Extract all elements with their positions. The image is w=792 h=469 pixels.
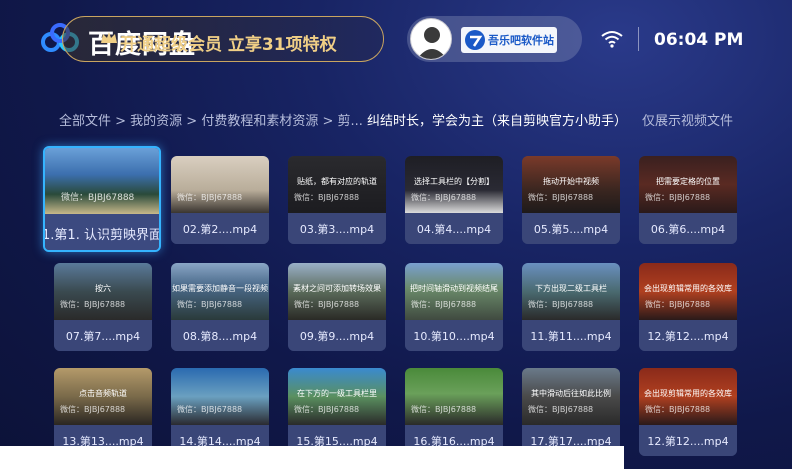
clock: 06:04 PM: [654, 30, 744, 50]
thumbnail-watermark: 微信：BJBJ67888: [528, 405, 594, 414]
thumbnail-subtitle: 把时间轴滑动到视频结尾: [410, 284, 498, 293]
file-name: 10.第10....mp4: [405, 320, 503, 351]
file-name: 12.第12....mp4: [639, 320, 737, 351]
thumbnail-watermark: 微信：BJBJ67888: [177, 193, 243, 202]
video-thumbnail: 微信：BJBJ67888: [171, 368, 269, 425]
thumbnail-watermark: 微信：BJBJ67888: [645, 405, 711, 414]
video-thumbnail: 把时间轴滑动到视频结尾 微信：BJBJ67888: [405, 263, 503, 320]
thumbnail-subtitle: 下方出现二级工具栏: [535, 284, 607, 293]
file-tile[interactable]: 微信：BJBJ67888 16.第16....mp4: [405, 368, 503, 456]
file-name: 06.第6....mp4: [639, 213, 737, 244]
video-thumbnail: 把需要定格的位置微信：BJBJ67888: [639, 156, 737, 213]
thumbnail-subtitle: 贴纸，都有对应的轨道: [297, 177, 377, 186]
file-name: 12.第12....mp4: [639, 425, 737, 456]
video-thumbnail: 会出现剪辑常用的各效库 微信：BJBJ67888: [639, 368, 737, 425]
thumbnail-watermark: 微信：BJBJ67888: [645, 193, 711, 202]
thumbnail-subtitle: 拖动开始中视频: [543, 177, 599, 186]
file-tile[interactable]: 微信：BJBJ67888 02.第2....mp4: [171, 156, 269, 244]
user-silhouette-icon: [417, 27, 447, 59]
user-badge: 吾乐吧软件站: [461, 27, 557, 53]
crown-icon: [101, 32, 117, 43]
file-name: 04.第4....mp4: [405, 213, 503, 244]
file-name: 11.第11....mp4: [522, 320, 620, 351]
file-tile[interactable]: 在下方的一级工具栏里 微信：BJBJ67888 15.第15....mp4: [288, 368, 386, 456]
video-thumbnail: 其中滑动后往如此比例 微信：BJBJ67888: [522, 368, 620, 425]
video-thumbnail: 微信：BJBJ67888: [171, 156, 269, 213]
video-thumbnail: 如果需要添加静音一段视频微信：BJBJ67888: [171, 263, 269, 320]
breadcrumb-current: 纠结时长，学会为主（来自剪映官方小助手）: [367, 114, 628, 129]
site-logo-icon: [465, 30, 485, 50]
file-name: 02.第2....mp4: [171, 213, 269, 244]
video-thumbnail: 在下方的一级工具栏里 微信：BJBJ67888: [288, 368, 386, 425]
thumbnail-watermark: 微信：BJBJ67888: [411, 405, 477, 414]
file-name: 08.第8....mp4: [171, 320, 269, 351]
file-tile[interactable]: 点击音频轨道 微信：BJBJ67888 13.第13....mp4: [54, 368, 152, 456]
vip-promo-text: 开通超级会员 立享31项特权: [120, 35, 337, 55]
thumbnail-subtitle: 如果需要添加静音一段视频: [172, 284, 268, 293]
video-thumbnail: 下方出现二级工具栏微信：BJBJ67888: [522, 263, 620, 320]
file-name: 05.第5....mp4: [522, 213, 620, 244]
file-tile[interactable]: 按六 微信：BJBJ67888 07.第7....mp4: [54, 263, 152, 351]
file-name: 1.第1. 认识剪映界面: [45, 214, 159, 250]
breadcrumb-path[interactable]: 全部文件 > 我的资源 > 付费教程和素材资源 > 剪...: [59, 114, 367, 129]
thumbnail-subtitle: 其中滑动后往如此比例: [531, 389, 611, 398]
thumbnail-watermark: 微信：BJBJ67888: [61, 193, 135, 203]
thumbnail-subtitle: 会出现剪辑常用的各效库: [644, 284, 732, 293]
thumbnail-watermark: 微信：BJBJ67888: [294, 405, 360, 414]
bottom-overlay-bar: [0, 446, 624, 469]
file-tile[interactable]: 素材之间可添加转场效果 微信：BJBJ67888 09.第9....mp4: [288, 263, 386, 351]
file-name: 03.第3....mp4: [288, 213, 386, 244]
thumbnail-subtitle: 按六: [95, 284, 111, 293]
thumbnail-watermark: 微信：BJBJ67888: [411, 193, 477, 202]
thumbnail-subtitle: 会出现剪辑常用的各效库: [644, 389, 732, 398]
file-tile[interactable]: 微信：BJBJ67888 1.第1. 认识剪映界面: [43, 146, 161, 252]
thumbnail-watermark: 微信：BJBJ67888: [294, 193, 360, 202]
video-thumbnail: 点击音频轨道微信：BJBJ67888: [54, 368, 152, 425]
wifi-icon: [601, 31, 623, 48]
thumbnail-subtitle: 选择工具栏的【分割】: [414, 177, 494, 186]
video-filter-toggle[interactable]: 仅展示视频文件: [642, 110, 733, 129]
video-thumbnail: 微信：BJBJ67888: [45, 148, 159, 214]
thumbnail-subtitle: 在下方的一级工具栏里: [297, 389, 377, 398]
file-tile[interactable]: 会出现剪辑常用的各效库 微信：BJBJ67888 12.第12....mp4: [639, 368, 737, 456]
file-tile[interactable]: 其中滑动后往如此比例 微信：BJBJ67888 17.第17....mp4: [522, 368, 620, 456]
file-tile[interactable]: 贴纸，都有对应的轨道 微信：BJBJ67888 03.第3....mp4: [288, 156, 386, 244]
file-tile[interactable]: 下方出现二级工具栏 微信：BJBJ67888 11.第11....mp4: [522, 263, 620, 351]
thumbnail-watermark: 微信：BJBJ67888: [528, 300, 594, 309]
file-name: 09.第9....mp4: [288, 320, 386, 351]
breadcrumb[interactable]: 全部文件 > 我的资源 > 付费教程和素材资源 > 剪... 纠结时长，学会为主…: [59, 110, 627, 129]
video-thumbnail: 微信：BJBJ67888: [405, 368, 503, 425]
thumbnail-watermark: 微信：BJBJ67888: [294, 300, 360, 309]
thumbnail-watermark: 微信：BJBJ67888: [60, 405, 126, 414]
file-name: 07.第7....mp4: [54, 320, 152, 351]
header-divider: [638, 27, 639, 51]
thumbnail-watermark: 微信：BJBJ67888: [528, 193, 594, 202]
video-thumbnail: 素材之间可添加转场效果 微信：BJBJ67888: [288, 263, 386, 320]
video-thumbnail: 拖动开始中视频微信：BJBJ67888: [522, 156, 620, 213]
file-tile[interactable]: 如果需要添加静音一段视频 微信：BJBJ67888 08.第8....mp4: [171, 263, 269, 351]
video-thumbnail: 选择工具栏的【分割】 微信：BJBJ67888: [405, 156, 503, 213]
thumbnail-subtitle: 把需要定格的位置: [656, 177, 720, 186]
thumbnail-watermark: 微信：BJBJ67888: [411, 300, 477, 309]
file-tile[interactable]: 微信：BJBJ67888 14.第14....mp4: [171, 368, 269, 456]
thumbnail-subtitle: 素材之间可添加转场效果: [293, 284, 381, 293]
thumbnail-watermark: 微信：BJBJ67888: [177, 405, 243, 414]
file-tile[interactable]: 拖动开始中视频 微信：BJBJ67888 05.第5....mp4: [522, 156, 620, 244]
avatar[interactable]: [410, 18, 452, 60]
file-tile[interactable]: 把时间轴滑动到视频结尾 微信：BJBJ67888 10.第10....mp4: [405, 263, 503, 351]
file-tile[interactable]: 把需要定格的位置 微信：BJBJ67888 06.第6....mp4: [639, 156, 737, 244]
thumbnail-subtitle: 点击音频轨道: [79, 389, 127, 398]
thumbnail-watermark: 微信：BJBJ67888: [645, 300, 711, 309]
video-thumbnail: 贴纸，都有对应的轨道 微信：BJBJ67888: [288, 156, 386, 213]
thumbnail-watermark: 微信：BJBJ67888: [60, 300, 126, 309]
file-tile[interactable]: 选择工具栏的【分割】 微信：BJBJ67888 04.第4....mp4: [405, 156, 503, 244]
video-thumbnail: 会出现剪辑常用的各效库 微信：BJBJ67888: [639, 263, 737, 320]
thumbnail-watermark: 微信：BJBJ67888: [177, 300, 243, 309]
user-badge-text: 吾乐吧软件站: [488, 34, 554, 47]
video-thumbnail: 按六微信：BJBJ67888: [54, 263, 152, 320]
file-tile[interactable]: 会出现剪辑常用的各效库 微信：BJBJ67888 12.第12....mp4: [639, 263, 737, 351]
